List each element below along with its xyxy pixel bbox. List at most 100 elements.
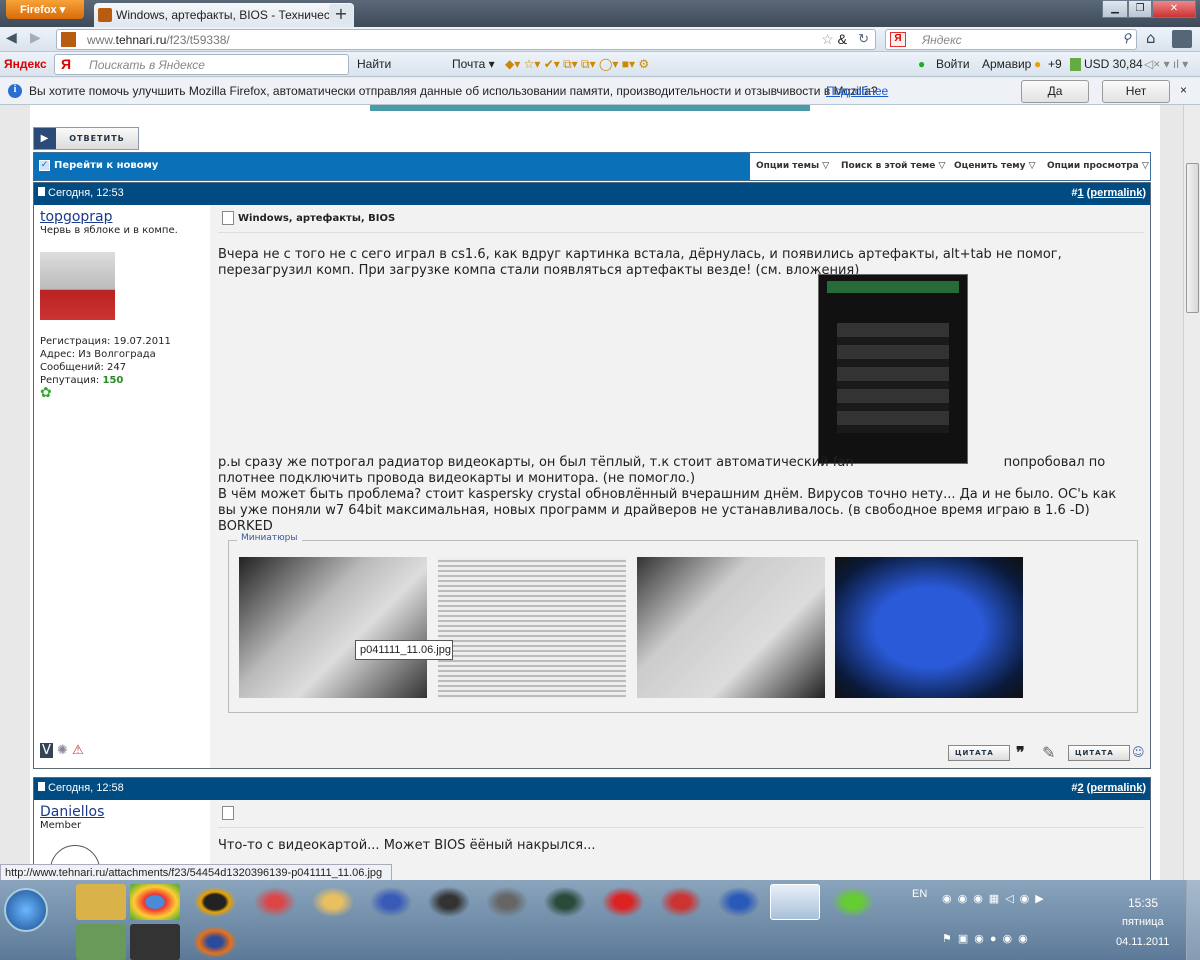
bookmarks-menu-icon[interactable] [1172, 30, 1192, 48]
skype-taskbar-icon[interactable] [770, 884, 820, 920]
tab-active[interactable]: Windows, артефакты, BIOS - Техническ... [94, 3, 354, 27]
nfs-taskbar-icon[interactable] [130, 924, 180, 960]
clock-time[interactable]: 15:35 [1128, 896, 1158, 910]
chrome-taskbar-icon[interactable] [130, 884, 180, 920]
post-number-link[interactable]: 1 [1078, 187, 1084, 199]
yandex-logo[interactable]: Яндекс [4, 57, 47, 71]
multiquote-icon[interactable]: ❞ [1016, 743, 1025, 762]
language-indicator[interactable]: EN [912, 888, 927, 900]
goto-new-link[interactable]: ✓ Перейти к новому [34, 153, 750, 180]
tray-icons-2[interactable]: ⚑▣◉●◉◉ [942, 932, 1034, 945]
forward-icon[interactable]: ▶ [30, 30, 41, 46]
permalink-link[interactable]: permalink [1090, 782, 1142, 794]
currency-label[interactable]: USD 30,84 [1084, 57, 1143, 71]
app-taskbar-icon[interactable] [598, 884, 648, 920]
scrollbar[interactable] [1183, 105, 1200, 880]
minimize-button[interactable]: ▁ [1102, 0, 1128, 18]
reply-button[interactable]: ▶ ОТВЕТИТЬ [33, 127, 139, 150]
post-title-icon [222, 806, 234, 820]
yandex-search-input[interactable]: Я Поискать в Яндексе [54, 54, 349, 75]
app-taskbar-icon[interactable] [76, 924, 126, 960]
bookmark-star-icon[interactable]: ☆ & [821, 31, 847, 48]
quote-button[interactable]: ЦИТАТА [948, 745, 1010, 761]
weather-label[interactable]: +9 [1048, 57, 1062, 71]
checkbox-icon: ✓ [39, 160, 50, 171]
show-desktop-button[interactable] [1186, 880, 1200, 960]
attachment-thumbnail[interactable] [239, 557, 427, 698]
attachment-thumbnail[interactable] [835, 557, 1023, 698]
username-link[interactable]: topgoprap [40, 209, 204, 225]
thread-options-menu[interactable]: Опции темы ▽ [756, 161, 829, 171]
search-bar[interactable]: Я Яндекс ⚲ [885, 29, 1137, 50]
user-reply-icon[interactable]: ☺ [1132, 745, 1145, 759]
close-notification-button[interactable]: × [1180, 83, 1187, 97]
notification-text: Вы хотите помочь улучшить Mozilla Firefo… [29, 84, 878, 98]
display-options-menu[interactable]: Опции просмотра ▽ [1047, 161, 1149, 171]
media-taskbar-icon[interactable] [424, 884, 474, 920]
username-link[interactable]: Daniellos [40, 804, 204, 820]
app-taskbar-icon[interactable] [828, 884, 878, 920]
web-icon: ✺ [57, 743, 68, 758]
post-body: Windows, артефакты, BIOS Вчера не с того… [212, 205, 1150, 768]
edit-icon[interactable]: ✎ [1042, 743, 1055, 762]
post-1: Сегодня, 12:53 #1 (permalink) topgoprap Ч… [33, 182, 1151, 769]
post-header: Сегодня, 12:53 #1 (permalink) [34, 183, 1150, 205]
site-favicon-icon [98, 8, 112, 22]
attachment-thumbnail[interactable] [637, 557, 825, 698]
post-text-2: р.ы сразу же потрогал радиатор видеокарт… [218, 455, 1106, 486]
notification-bar: i Вы хотите помочь улучшить Mozilla Fire… [0, 78, 1200, 105]
firefox-menu-button[interactable]: Firefox ▾ [6, 0, 84, 19]
post-text: Что-то с видеокартой... Может BIOS ёёный… [218, 838, 596, 853]
app-taskbar-icon[interactable] [190, 884, 240, 920]
find-button[interactable]: Найти [357, 57, 391, 71]
url-bar[interactable]: www.tehnari.ru/f23/t59338/ ☆ & ↻ [56, 29, 876, 50]
currency-icon [1070, 58, 1081, 71]
more-info-link[interactable]: Подробнее [826, 84, 888, 98]
maximize-button[interactable]: ❐ [1128, 0, 1152, 18]
info-icon: i [8, 84, 22, 98]
afterburner-image[interactable] [818, 274, 968, 464]
home-icon[interactable]: ⌂ [1146, 29, 1156, 47]
volume-icon[interactable]: ◁× ▾ ıl ▾ [1144, 57, 1188, 71]
mail-button[interactable]: Почта ▾ [432, 57, 495, 71]
quick-quote-button[interactable]: ЦИТАТА [1068, 745, 1130, 761]
app-taskbar-icon[interactable] [656, 884, 706, 920]
tooltip: p041111_11.06.jpg [355, 640, 453, 660]
new-tab-button[interactable]: + [329, 4, 353, 24]
permalink-link[interactable]: permalink [1090, 187, 1142, 199]
user-address: Адрес: Из Волгограда [40, 349, 156, 360]
scrollbar-thumb[interactable] [1186, 163, 1199, 313]
rate-thread-menu[interactable]: Оценить тему ▽ [954, 161, 1036, 171]
explorer-taskbar-icon[interactable] [76, 884, 126, 920]
app-taskbar-icon[interactable] [482, 884, 532, 920]
close-window-button[interactable]: ✕ [1152, 0, 1196, 18]
login-icon: ● [918, 57, 926, 71]
back-icon[interactable]: ◀ [6, 30, 17, 46]
search-icon[interactable]: ⚲ [1122, 31, 1131, 45]
app-taskbar-icon[interactable] [540, 884, 590, 920]
firefox-taskbar-icon[interactable] [190, 924, 240, 960]
google-earth-taskbar-icon[interactable] [714, 884, 764, 920]
page-viewport: ▶ ОТВЕТИТЬ ✓ Перейти к новому Опции темы ▽… [0, 105, 1183, 880]
user-avatar[interactable] [40, 252, 115, 320]
yes-button[interactable]: Да [1021, 80, 1089, 103]
start-button[interactable] [4, 888, 48, 932]
reload-icon[interactable]: ↻ [858, 31, 869, 47]
tray-icons[interactable]: ◉◉◉▦◁◉▶ [942, 892, 1050, 905]
post-number-link[interactable]: 2 [1078, 782, 1084, 794]
user-action-icons[interactable]: V ✺ ⚠ [40, 743, 84, 758]
banner-image [370, 105, 810, 111]
app-taskbar-icon[interactable] [366, 884, 416, 920]
app-taskbar-icon[interactable] [250, 884, 300, 920]
post-icon [38, 782, 45, 791]
attachment-thumbnail[interactable] [438, 557, 626, 698]
post-title-icon [222, 211, 234, 225]
city-label[interactable]: Армавир [982, 57, 1031, 71]
paint-taskbar-icon[interactable] [308, 884, 358, 920]
user-title: Member [40, 820, 82, 831]
thread-search-menu[interactable]: Поиск в этой теме ▽ [841, 161, 945, 171]
toolbar-icons[interactable]: ◆▾ ☆▾ ✔▾ ⧉▾ ⧉▾ ◯▾ ■▾ ⚙ [505, 57, 649, 72]
message-count: Сообщений: 247 [40, 362, 127, 373]
login-button[interactable]: Войти [936, 57, 970, 71]
no-button[interactable]: Нет [1102, 80, 1170, 103]
